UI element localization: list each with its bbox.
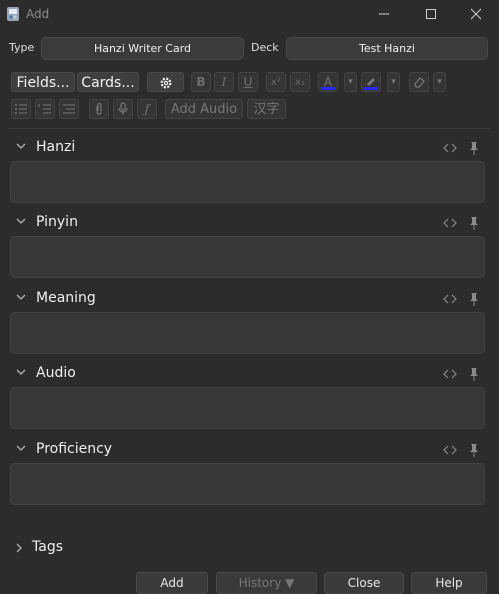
fields-button[interactable]: Fields... [11, 72, 75, 92]
pin-icon [470, 142, 478, 155]
close-icon [470, 8, 482, 20]
field-header-meaning[interactable]: Meaning [8, 288, 491, 310]
field-tools [443, 444, 478, 457]
function-icon: ƒ [144, 102, 150, 116]
field-tools [443, 217, 478, 230]
title-bar: Add [0, 0, 499, 28]
field-tools [443, 368, 478, 381]
chevron-down-icon [16, 294, 26, 300]
chevron-down-icon [16, 143, 26, 149]
chevron-down-icon [16, 369, 26, 375]
hanzi-button[interactable]: 汉字 [247, 99, 286, 119]
numbered-list-icon [38, 104, 51, 114]
add-audio-button[interactable]: Add Audio [165, 99, 243, 119]
subscript-button[interactable]: x₂ [290, 72, 310, 92]
record-audio-button[interactable] [113, 99, 133, 119]
html-editor-icon [443, 369, 457, 379]
align-icon [63, 104, 75, 114]
underline-button[interactable]: U [238, 72, 258, 92]
anki-app-icon [7, 7, 19, 21]
eraser-dropdown[interactable]: ▾ [433, 72, 446, 92]
deck-label: Deck [251, 41, 279, 54]
chevron-right-icon [16, 543, 22, 553]
field-tools [443, 293, 478, 306]
options-button[interactable] [147, 72, 184, 92]
field-name-proficiency: Proficiency [36, 441, 113, 457]
window-title: Add [26, 7, 50, 21]
gear-icon [159, 77, 172, 89]
cards-button[interactable]: Cards... [77, 72, 139, 92]
field-header-audio[interactable]: Audio [8, 363, 491, 385]
field-header-proficiency[interactable]: Proficiency [8, 439, 491, 461]
pin-icon [470, 293, 478, 306]
attach-button[interactable] [89, 99, 109, 119]
text-color-button[interactable]: A [318, 72, 338, 92]
field-input-pinyin[interactable] [10, 236, 485, 278]
tags-label: Tags [32, 539, 63, 555]
paperclip-icon [96, 102, 102, 115]
pin-icon [470, 217, 478, 230]
help-button[interactable]: Help [411, 572, 487, 594]
field-header-pinyin[interactable]: Pinyin [8, 212, 491, 234]
deck-selector[interactable]: Test Hanzi [286, 37, 488, 60]
field-input-proficiency[interactable] [10, 463, 485, 505]
note-type-selector[interactable]: Hanzi Writer Card [41, 37, 244, 60]
highlight-color-button[interactable] [361, 72, 381, 92]
field-name-audio: Audio [36, 365, 76, 381]
text-color-swatch [321, 87, 335, 90]
add-note-button[interactable]: Add [136, 572, 208, 594]
html-editor-icon [443, 218, 457, 228]
history-button[interactable]: History ▼ [216, 572, 317, 594]
toolbar-divider [8, 128, 491, 129]
bold-button[interactable]: B [191, 72, 211, 92]
italic-button[interactable]: I [214, 72, 234, 92]
chevron-down-icon [16, 445, 26, 451]
minimize-button[interactable] [361, 0, 407, 28]
maximize-button[interactable] [408, 0, 454, 28]
pin-icon [470, 368, 478, 381]
field-tools [443, 142, 478, 155]
type-label: Type [9, 41, 35, 54]
close-window-button[interactable] [453, 0, 499, 28]
field-name-hanzi: Hanzi [36, 139, 76, 155]
microphone-icon [118, 102, 128, 115]
field-header-hanzi[interactable]: Hanzi [8, 137, 491, 159]
bullet-list-icon [15, 104, 27, 114]
close-button[interactable]: Close [324, 572, 404, 594]
highlighter-icon [367, 78, 375, 86]
field-name-meaning: Meaning [36, 290, 96, 306]
field-input-meaning[interactable] [10, 312, 485, 354]
field-input-hanzi[interactable] [10, 161, 485, 203]
html-editor-icon [443, 445, 457, 455]
field-name-pinyin: Pinyin [36, 214, 78, 230]
superscript-button[interactable]: x² [266, 72, 286, 92]
text-color-dropdown[interactable]: ▾ [344, 72, 357, 92]
maximize-icon [426, 9, 436, 19]
field-input-audio[interactable] [10, 387, 485, 429]
eraser-button[interactable] [409, 72, 429, 92]
pin-icon [470, 444, 478, 457]
numbered-list-button[interactable] [35, 99, 55, 119]
chevron-down-icon [16, 218, 26, 224]
math-button[interactable]: ƒ [137, 99, 157, 119]
highlight-color-dropdown[interactable]: ▾ [387, 72, 400, 92]
align-button[interactable] [59, 99, 79, 119]
html-editor-icon [443, 294, 457, 304]
minimize-icon [379, 13, 389, 15]
bullet-list-button[interactable] [11, 99, 31, 119]
html-editor-icon [443, 143, 457, 153]
highlight-color-swatch [364, 87, 378, 90]
eraser-icon [414, 77, 425, 88]
